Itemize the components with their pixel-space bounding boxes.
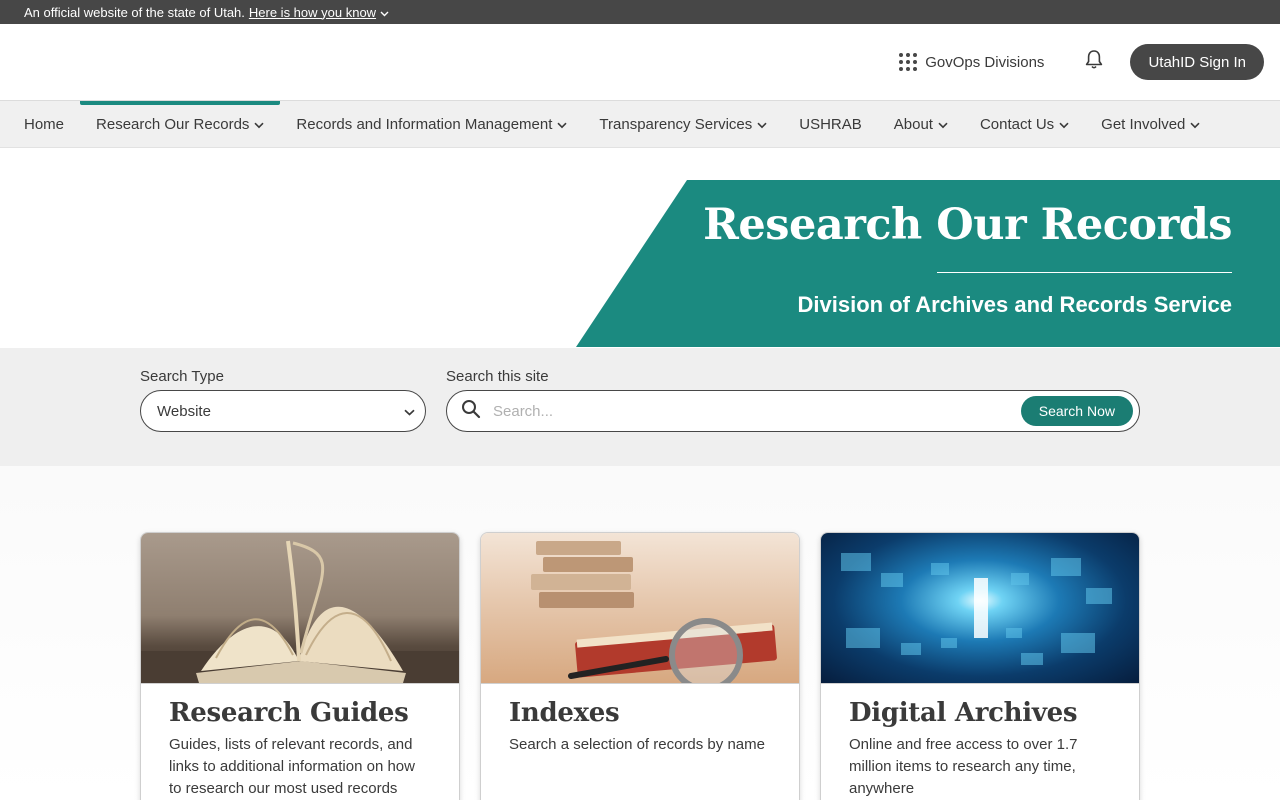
- how-you-know-label: Here is how you know: [248, 4, 377, 20]
- card-digital-archives[interactable]: Digital Archives Online and free access …: [820, 532, 1140, 800]
- govops-divisions-label: GovOps Divisions: [925, 53, 1045, 71]
- site-search-group: Search this site Search Now: [446, 368, 1140, 432]
- card-description: Guides, lists of relevant records, and l…: [169, 736, 415, 797]
- utahid-signin-button[interactable]: UtahID Sign In: [1130, 44, 1264, 80]
- search-icon: [461, 399, 481, 424]
- nav-item-label: About: [893, 115, 933, 133]
- nav-item-label: Research Our Records: [96, 115, 250, 133]
- chevron-down-icon: [1059, 116, 1069, 133]
- card-research-guides[interactable]: Research Guides Guides, lists of relevan…: [140, 532, 460, 800]
- hero-divider: [937, 272, 1232, 273]
- chevron-down-icon: [380, 5, 389, 20]
- govops-divisions-button[interactable]: GovOps Divisions: [899, 53, 1044, 71]
- search-section: Search Type Website Search this site Sea…: [0, 348, 1280, 466]
- nav-item-label: Home: [24, 115, 65, 133]
- card-body: Indexes Search a selection of records by…: [481, 684, 799, 770]
- card-description: Search a selection of records by name: [509, 736, 765, 753]
- chevron-down-icon: [757, 116, 767, 133]
- notifications-button[interactable]: [1082, 50, 1106, 74]
- official-banner: An official website of the state of Utah…: [0, 0, 1280, 24]
- search-type-value: Website: [157, 402, 211, 420]
- page-subtitle: Division of Archives and Records Service: [797, 292, 1232, 317]
- card-body: Digital Archives Online and free access …: [821, 684, 1139, 800]
- chevron-down-icon: [254, 116, 264, 133]
- nav-item-label: Contact Us: [979, 115, 1055, 133]
- site-search-label: Search this site: [446, 368, 549, 385]
- chevron-down-icon: [938, 116, 948, 133]
- nav-item-label: Get Involved: [1101, 115, 1186, 133]
- official-banner-text: An official website of the state of Utah…: [24, 4, 245, 20]
- nav-item-research-our-records[interactable]: Research Our Records: [80, 101, 281, 147]
- digital-tunnel-image: [821, 533, 1139, 684]
- chevron-down-icon: [404, 403, 415, 420]
- magnifying-glass-image: [481, 533, 799, 684]
- site-search-box: Search Now: [446, 390, 1140, 432]
- open-book-image: [141, 533, 459, 684]
- nav-item-label: USHRAB: [799, 115, 862, 133]
- card-indexes[interactable]: Indexes Search a selection of records by…: [480, 532, 800, 800]
- how-you-know-link[interactable]: Here is how you know: [249, 5, 389, 20]
- card-body: Research Guides Guides, lists of relevan…: [141, 684, 459, 800]
- search-input[interactable]: [493, 402, 1021, 420]
- search-type-group: Search Type Website: [140, 368, 426, 432]
- search-type-label: Search Type: [140, 368, 224, 385]
- app-grid-icon: [899, 53, 918, 71]
- chevron-down-icon: [1190, 116, 1200, 133]
- nav-item-contact-us[interactable]: Contact Us: [964, 101, 1085, 147]
- nav-item-get-involved[interactable]: Get Involved: [1085, 101, 1216, 147]
- nav-item-records-information-management[interactable]: Records and Information Management: [280, 101, 583, 147]
- nav-item-label: Transparency Services: [599, 115, 753, 133]
- page-title: Research Our Records: [703, 200, 1232, 250]
- card-title: Digital Archives: [849, 698, 1078, 728]
- card-title: Indexes: [509, 698, 620, 728]
- cards-section: Research Guides Guides, lists of relevan…: [0, 466, 1280, 800]
- search-now-button[interactable]: Search Now: [1020, 396, 1133, 426]
- nav-item-transparency-services[interactable]: Transparency Services: [583, 101, 783, 147]
- hero-banner: Research Our Records Division of Archive…: [0, 148, 1280, 348]
- site-header: GovOps Divisions UtahID Sign In: [0, 24, 1280, 101]
- chevron-down-icon: [557, 116, 567, 133]
- card-description: Online and free access to over 1.7 milli…: [849, 736, 1078, 797]
- main-nav: Home Research Our Records Records and In…: [0, 101, 1280, 148]
- search-type-select[interactable]: Website: [140, 390, 426, 432]
- nav-item-home[interactable]: Home: [8, 101, 80, 147]
- bell-icon: [1085, 49, 1103, 75]
- card-title: Research Guides: [169, 698, 409, 728]
- nav-item-ushrab[interactable]: USHRAB: [783, 101, 878, 147]
- nav-item-label: Records and Information Management: [296, 115, 553, 133]
- nav-item-about[interactable]: About: [878, 101, 964, 147]
